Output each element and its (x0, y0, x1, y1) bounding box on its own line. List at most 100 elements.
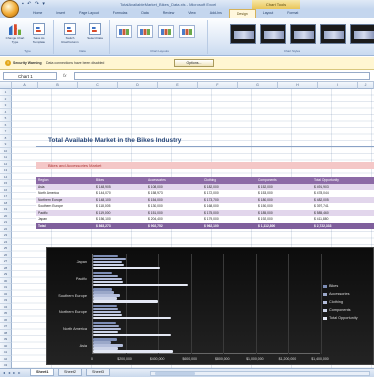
tab-formulas[interactable]: Formulas (106, 9, 135, 18)
bar-accessories[interactable] (93, 307, 119, 311)
gridline (223, 254, 225, 354)
save-as-template-button[interactable]: Save As Template (28, 23, 50, 44)
formula-input[interactable] (74, 72, 370, 80)
column-header-b[interactable]: B (38, 82, 78, 89)
switch-row-column-button[interactable]: Switch Row/Column (58, 23, 82, 44)
bar-total-opportunity[interactable] (93, 350, 174, 353)
formula-bar: Chart 1 fx (0, 71, 374, 82)
ribbon: Change Chart Type Save As Template Type … (0, 18, 374, 56)
category-label: Asia (79, 343, 87, 348)
bar-bikes[interactable] (93, 321, 117, 324)
bar-total-opportunity[interactable] (93, 333, 171, 336)
bar-total-opportunity[interactable] (93, 300, 158, 303)
tab-home[interactable]: Home (26, 9, 49, 18)
tab-page-layout[interactable]: Page Layout (72, 9, 106, 18)
bar-total-opportunity[interactable] (93, 316, 172, 320)
column-header-j[interactable]: J (358, 82, 374, 89)
value-cell[interactable]: $ 902,752 (148, 223, 163, 230)
bar-accessories[interactable] (93, 324, 119, 327)
legend-label: Bikes (329, 284, 339, 288)
legend-swatch (323, 300, 327, 304)
x-tick-label: $200,000 (117, 357, 132, 361)
bar-bikes[interactable] (93, 271, 113, 274)
tab-review[interactable]: Review (156, 9, 181, 18)
legend-swatch (323, 316, 327, 320)
legend-item[interactable]: Components (323, 306, 371, 314)
gridline (321, 254, 322, 354)
legend-item[interactable]: Accessories (323, 290, 371, 298)
bar-total-opportunity[interactable] (93, 283, 189, 286)
tab-insert[interactable]: Insert (49, 9, 72, 18)
scroll-thumb[interactable] (155, 372, 195, 375)
bar-components[interactable] (93, 313, 123, 317)
tab-data[interactable]: Data (134, 9, 155, 18)
category-label: Southern Europe (58, 293, 87, 298)
bar-total-opportunity[interactable] (93, 266, 161, 270)
chart-style-2[interactable] (260, 24, 286, 44)
tab-view[interactable]: View (181, 9, 203, 18)
legend-item[interactable]: Bikes (323, 282, 371, 290)
column-header-i[interactable]: I (318, 82, 358, 89)
tab-layout[interactable]: Layout (256, 9, 281, 18)
chart-layout-2[interactable] (137, 25, 153, 38)
bar-clothing[interactable] (93, 277, 122, 280)
chart-layout-3[interactable] (158, 25, 174, 38)
office-button[interactable] (1, 0, 19, 18)
bar-components[interactable] (93, 330, 118, 333)
change-chart-type-button[interactable]: Change Chart Type (4, 23, 26, 44)
value-cell[interactable]: $ 863,273 (96, 223, 111, 230)
gridline (255, 254, 257, 354)
sheet-title[interactable]: Total Available Market in the Bikes Indu… (48, 137, 181, 144)
bar-clothing[interactable] (93, 260, 123, 264)
column-header-e[interactable]: E (158, 82, 198, 89)
tab-add-ins[interactable]: Add-Ins (203, 9, 229, 18)
sheet-tab-sheet3[interactable]: Sheet3 (86, 369, 111, 376)
name-box[interactable]: Chart 1 (3, 72, 57, 80)
quick-access-toolbar[interactable]: ▪ ↶ ↷ ▾ (22, 1, 46, 7)
column-header-g[interactable]: G (238, 82, 278, 89)
chart-layout-1[interactable] (116, 25, 132, 38)
bar-clothing[interactable] (93, 310, 122, 314)
region-cell[interactable]: Total (38, 223, 46, 230)
sheet-tab-bar: ◂ ◂ ▸ ▸ Sheet1 Sheet2 Sheet3 (0, 368, 374, 377)
market-chart[interactable]: Japan Pacific Southern Europe Northern Euro… (46, 247, 374, 365)
x-tick-label: 0 (91, 357, 93, 361)
bar-accessories[interactable] (93, 257, 127, 261)
sheet-navigation[interactable]: ◂ ◂ ▸ ▸ (3, 370, 21, 375)
select-data-button[interactable]: Select Data (84, 23, 106, 40)
column-header-d[interactable]: D (118, 82, 158, 89)
sheet-tab-sheet1[interactable]: Sheet1 (30, 369, 55, 376)
legend-item[interactable]: Total Opportunity (323, 314, 371, 322)
chart-style-1[interactable] (230, 24, 256, 44)
chart-style-4[interactable] (320, 24, 346, 44)
chart-style-3[interactable] (290, 24, 316, 44)
chart-legend[interactable]: Bikes Accessories Clothing Components Total … (323, 282, 371, 322)
bar-components[interactable] (93, 280, 124, 283)
chart-tools-context-tab: Chart Tools (252, 0, 300, 9)
value-cell[interactable]: $ 2,722,333 (314, 223, 331, 230)
tab-design[interactable]: Design (228, 9, 256, 18)
chart-layout-4[interactable] (179, 25, 195, 38)
select-all-corner[interactable] (0, 82, 12, 89)
bar-clothing[interactable] (93, 327, 121, 330)
category-label: North America (62, 327, 87, 331)
bar-components[interactable] (93, 263, 125, 267)
value-cell[interactable]: $ 1,112,800 (258, 223, 275, 230)
bar-accessories[interactable] (93, 274, 118, 277)
bar-bikes[interactable] (93, 304, 118, 308)
column-header-c[interactable]: C (78, 82, 118, 89)
column-header-h[interactable]: H (278, 82, 318, 89)
legend-label: Accessories (329, 292, 350, 296)
sheet-tab-sheet2[interactable]: Sheet2 (58, 369, 83, 376)
section-heading[interactable]: Bikes and Accessories Market (48, 163, 101, 168)
function-icon[interactable]: fx (63, 73, 67, 78)
legend-item[interactable]: Clothing (323, 298, 371, 306)
column-header-f[interactable]: F (198, 82, 238, 89)
value-cell[interactable]: $ 962,100 (204, 223, 219, 230)
column-header-a[interactable]: A (12, 82, 38, 89)
security-options-button[interactable]: Options... (174, 59, 214, 67)
tab-format[interactable]: Format (280, 9, 305, 18)
chart-style-5[interactable] (350, 24, 374, 44)
bar-bikes[interactable] (93, 254, 119, 258)
horizontal-scrollbar[interactable] (150, 371, 370, 376)
